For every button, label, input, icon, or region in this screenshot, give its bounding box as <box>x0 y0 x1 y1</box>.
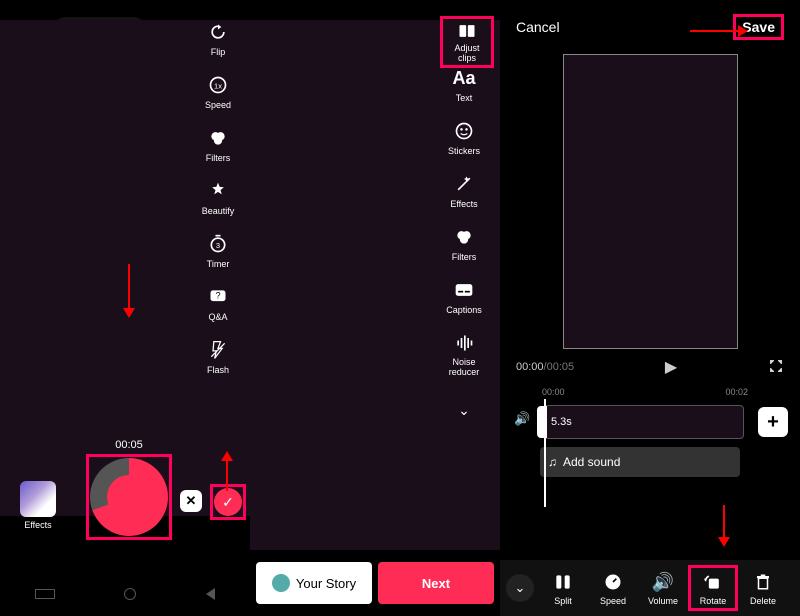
timer-tool[interactable]: 3Timer <box>206 232 230 269</box>
nav-home-icon[interactable] <box>124 588 136 600</box>
avatar-icon <box>272 574 290 592</box>
flip-icon <box>206 20 230 44</box>
editor-toolbar: ⌄ Split Speed 🔊Volume Rotate Delete <box>500 560 800 616</box>
text-tool[interactable]: AaText <box>452 66 476 103</box>
volume-icon: 🔊 <box>638 570 688 594</box>
fullscreen-button[interactable] <box>768 358 784 377</box>
delete-clip-button[interactable]: ✕ <box>180 490 202 512</box>
speed-icon: 1x <box>206 73 230 97</box>
clip-preview <box>563 54 738 349</box>
speed-tool[interactable]: 1xSpeed <box>205 73 231 110</box>
adjust-clips-label: Adjust clips <box>445 43 489 63</box>
expand-tools-button[interactable]: ⌄ <box>458 402 470 419</box>
captions-icon <box>452 278 476 302</box>
add-sound-label: Add sound <box>563 455 620 469</box>
editor-screen: Cancel Save 00:00/00:05 ▶ 00:00 00:02 🔊 … <box>500 0 800 616</box>
effects-button[interactable]: Effects <box>20 481 56 530</box>
collapse-button[interactable]: ⌄ <box>506 574 534 602</box>
filters-icon <box>452 225 476 249</box>
timeline[interactable]: 00:00 00:02 🔊 5.3s + ♫ Add sound <box>500 387 800 507</box>
svg-text:3: 3 <box>216 241 220 250</box>
timer-icon: 3 <box>206 232 230 256</box>
flash-icon <box>206 338 230 362</box>
volume-tool[interactable]: 🔊Volume <box>638 570 688 606</box>
speed-tool[interactable]: Speed <box>588 570 638 606</box>
add-clip-button[interactable]: + <box>758 407 788 437</box>
filters-tool[interactable]: Filters <box>452 225 477 262</box>
nav-back-icon[interactable] <box>206 588 215 600</box>
nav-recent-icon[interactable] <box>35 589 55 599</box>
next-label: Next <box>422 576 450 591</box>
android-navbar <box>0 572 250 616</box>
stickers-icon <box>452 119 476 143</box>
annotation-arrow-icon <box>723 505 725 543</box>
flash-tool[interactable]: Flash <box>206 338 230 375</box>
svg-text:?: ? <box>215 291 220 301</box>
clip-duration: 5.3s <box>551 416 572 428</box>
time-display: 00:00/00:05 <box>516 361 574 373</box>
adjust-clips-button[interactable]: Adjust clips <box>440 16 494 68</box>
preview-screen: ← ♫ Add sound Adjust clips AaText Sticke… <box>250 0 500 616</box>
effects-tool[interactable]: Effects <box>450 172 477 209</box>
volume-icon[interactable]: 🔊 <box>514 411 530 427</box>
check-icon: ✓ <box>214 488 242 516</box>
effects-label: Effects <box>24 520 51 530</box>
confirm-button[interactable]: ✓ <box>210 484 246 520</box>
delete-tool[interactable]: Delete <box>738 570 788 606</box>
beautify-icon <box>206 179 230 203</box>
text-icon: Aa <box>452 66 476 90</box>
playhead[interactable] <box>544 399 546 507</box>
effects-thumb-icon <box>20 481 56 517</box>
add-sound-track[interactable]: ♫ Add sound <box>540 447 740 477</box>
camera-tools: Flip 1xSpeed Filters Beautify 3Timer ?Q&… <box>194 20 242 375</box>
video-clip[interactable]: 5.3s <box>544 405 744 439</box>
next-button[interactable]: Next <box>378 562 494 604</box>
stickers-tool[interactable]: Stickers <box>448 119 480 156</box>
tick-label: 00:00 <box>542 387 565 397</box>
qa-tool[interactable]: ?Q&A <box>206 285 230 322</box>
flip-tool[interactable]: Flip <box>206 20 230 57</box>
play-button[interactable]: ▶ <box>665 357 677 377</box>
beautify-tool[interactable]: Beautify <box>202 179 235 216</box>
trash-icon <box>738 570 788 594</box>
rotate-icon <box>691 570 735 594</box>
split-tool[interactable]: Split <box>538 570 588 606</box>
cancel-button[interactable]: Cancel <box>516 19 560 35</box>
filters-icon <box>206 126 230 150</box>
filters-tool[interactable]: Filters <box>206 126 231 163</box>
effects-icon <box>452 172 476 196</box>
music-note-icon: ♫ <box>548 455 557 469</box>
your-story-button[interactable]: Your Story <box>256 562 372 604</box>
record-timer: 00:05 <box>89 439 169 451</box>
annotation-arrow-icon <box>128 264 130 314</box>
rotate-tool[interactable]: Rotate <box>688 565 738 611</box>
noise-icon <box>452 331 476 355</box>
adjust-clips-icon <box>456 21 478 41</box>
your-story-label: Your Story <box>296 576 356 591</box>
svg-text:1x: 1x <box>214 81 222 90</box>
annotation-arrow-icon <box>690 30 744 32</box>
noise-reducer-tool[interactable]: Noise reducer <box>440 331 488 378</box>
speedometer-icon <box>588 570 638 594</box>
record-ring-icon <box>90 458 168 536</box>
record-button[interactable]: 00:05 <box>86 454 172 540</box>
camera-screen: ✕ ♫ Add sound Flip 1xSpeed Filters Beaut… <box>0 0 250 616</box>
preview-tools: AaText Stickers Effects Filters Captions… <box>440 66 488 419</box>
qa-icon: ? <box>206 285 230 309</box>
tick-label: 00:02 <box>725 387 748 397</box>
split-icon <box>538 570 588 594</box>
captions-tool[interactable]: Captions <box>446 278 482 315</box>
annotation-arrow-icon <box>226 455 228 491</box>
